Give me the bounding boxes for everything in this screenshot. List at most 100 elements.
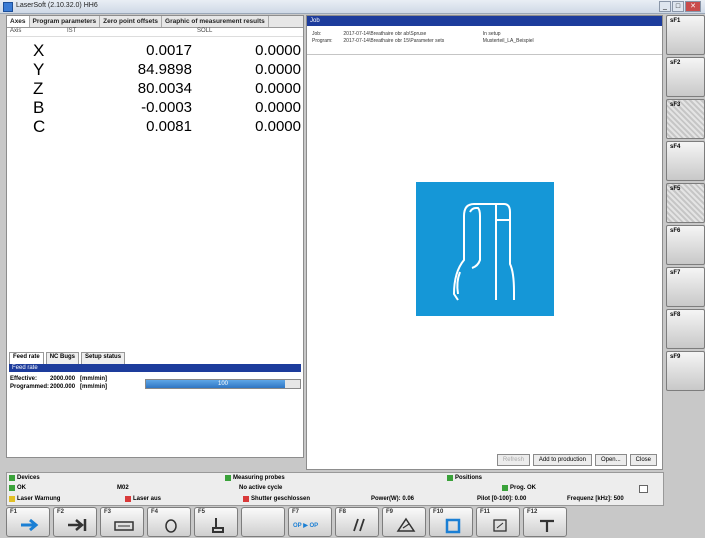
f3-key[interactable]: F3: [100, 507, 144, 537]
status-led: [502, 485, 508, 491]
tab-axes[interactable]: Axes: [7, 16, 30, 27]
axis-actual-value: 80.0034: [137, 80, 192, 97]
softkey-label: sF5: [670, 186, 681, 192]
status-cycle: No active cycle: [239, 485, 282, 491]
f10-key[interactable]: F10: [429, 507, 473, 537]
status-prog-ok: Prog. OK: [502, 485, 536, 491]
status-ok-label: OK: [17, 485, 26, 491]
softkey-sf2[interactable]: sF2: [666, 57, 705, 97]
f4-key[interactable]: F4: [147, 507, 191, 537]
fkey-label: F1: [10, 509, 18, 515]
axis-column-header: Axis: [10, 28, 22, 34]
function-key-row: F1 F2 F3 F4 F5 F7 OP ▶ OP F8 F9 F10 F11 …: [6, 507, 664, 538]
tab-feed-rate[interactable]: Feed rate: [9, 352, 44, 364]
softkey-sf5[interactable]: sF5: [666, 183, 705, 223]
program-label: Program:: [312, 38, 333, 44]
tab-nc-bugs[interactable]: NC Bugs: [45, 352, 80, 364]
status-pilot-label: Pilot [0-100]: 0.00: [477, 496, 527, 502]
softkey-label: sF9: [670, 354, 681, 360]
fkey-label: F11: [480, 509, 491, 515]
blank-key[interactable]: [241, 507, 285, 537]
feed-effective-label: Effective:: [10, 376, 38, 382]
close-dialog-button[interactable]: Close: [629, 454, 657, 466]
status-laser-warning-label: Laser Warnung: [17, 496, 61, 502]
axes-panel: Axes Program parameters Zero point offse…: [6, 15, 304, 458]
status-bar: Devices Measuring probes Positions OK M0…: [6, 472, 664, 506]
axis-table: X 0.0017 0.0000 Y 84.9898 0.0000 Z 80.00…: [7, 37, 303, 136]
hand-icon: [207, 516, 229, 534]
axis-actual-value: 0.0081: [146, 118, 192, 135]
axis-row-c: C 0.0081 0.0000: [7, 116, 303, 136]
status-code-label: M02: [117, 485, 129, 491]
feed-programmed-row: Programmed: 2000.000 [mm/min]: [10, 384, 107, 390]
softkey-sf4[interactable]: sF4: [666, 141, 705, 181]
axis-target-value: 0.0000: [255, 80, 301, 97]
status-positions: Positions: [447, 475, 482, 481]
f11-key[interactable]: F11: [476, 507, 520, 537]
open-button[interactable]: Open...: [594, 454, 627, 466]
axis-target-value: 0.0000: [255, 99, 301, 116]
tab-program-parameters[interactable]: Program parameters: [30, 16, 101, 27]
program-value: 2017-07-14\Breathaire obr 15\Parameter s…: [343, 38, 445, 44]
status-led: [225, 475, 231, 481]
status-led: [125, 496, 131, 502]
f5-key[interactable]: F5: [194, 507, 238, 537]
status-laser-warning: Laser Warnung: [9, 496, 60, 502]
fkey-label: F3: [104, 509, 112, 515]
status-monitor-icon[interactable]: [639, 485, 648, 493]
softkey-label: sF2: [670, 60, 681, 66]
status-row: Devices Measuring probes Positions: [7, 474, 663, 484]
arrow-to-line-icon: [66, 516, 88, 534]
axis-row-b: B -0.0003 0.0000: [7, 97, 303, 117]
axis-actual-value: 0.0017: [146, 42, 192, 59]
softkey-sf1[interactable]: sF1: [666, 15, 705, 55]
job-label: Job:: [312, 31, 322, 37]
window-icon: [489, 516, 511, 534]
softkey-sf3[interactable]: sF3: [666, 99, 705, 139]
add-to-production-button[interactable]: Add to production: [532, 454, 592, 466]
close-button[interactable]: ✕: [685, 1, 701, 12]
axis-target-value: 0.0000: [255, 42, 301, 59]
circle-arrow-icon: [160, 516, 182, 534]
status-frequency: Frequenz [kHz]: 500: [567, 496, 624, 502]
status-led: [9, 475, 15, 481]
parallel-lines-icon: [348, 516, 370, 534]
maximize-button[interactable]: □: [672, 1, 684, 12]
axis-actual-value: -0.0003: [141, 99, 192, 116]
f9-key[interactable]: F9: [382, 507, 426, 537]
status-laser-off-label: Laser aus: [133, 496, 162, 502]
feed-effective-row: Effective: 2000.000 [mm/min]: [10, 376, 107, 382]
f7-key[interactable]: F7 OP ▶ OP: [288, 507, 332, 537]
softkey-label: sF3: [670, 102, 681, 108]
part-logo-image: [416, 182, 554, 316]
tab-measurement-graphic[interactable]: Graphic of measurement results: [162, 16, 269, 27]
f1-key[interactable]: F1: [6, 507, 50, 537]
fkey-label: F8: [339, 509, 347, 515]
fkey-label: F5: [198, 509, 206, 515]
softkey-sf8[interactable]: sF8: [666, 309, 705, 349]
axis-actual-value: 84.9898: [137, 61, 192, 78]
tab-zero-point-offsets[interactable]: Zero point offsets: [100, 16, 163, 27]
op-op-label: OP ▶ OP: [293, 523, 319, 529]
actual-column-header: IST: [67, 28, 77, 34]
status-frequency-label: Frequenz [kHz]: 500: [567, 496, 624, 502]
softkey-sf7[interactable]: sF7: [666, 267, 705, 307]
status-led: [447, 475, 453, 481]
arrow-right-icon: [19, 516, 41, 534]
refresh-button[interactable]: Refresh: [496, 454, 530, 466]
axis-table-header: Axis IST SOLL: [7, 28, 303, 37]
status-ok: OK: [9, 485, 26, 491]
status-led: [9, 485, 15, 491]
f2-key[interactable]: F2: [53, 507, 97, 537]
minimize-button[interactable]: _: [659, 1, 671, 12]
tab-setup-status[interactable]: Setup status: [81, 352, 126, 364]
softkey-sf6[interactable]: sF6: [666, 225, 705, 265]
status-cycle-label: No active cycle: [239, 485, 283, 491]
job-panel: Job Job: 2017-07-14\Breathaire obr ab\Sp…: [306, 15, 663, 470]
f8-key[interactable]: F8: [335, 507, 379, 537]
status-shutter: Shutter geschlossen: [243, 496, 310, 502]
status-pilot: Pilot [0-100]: 0.00: [477, 496, 526, 502]
status-led: [243, 496, 249, 502]
softkey-sf9[interactable]: sF9: [666, 351, 705, 391]
f12-key[interactable]: F12: [523, 507, 567, 537]
